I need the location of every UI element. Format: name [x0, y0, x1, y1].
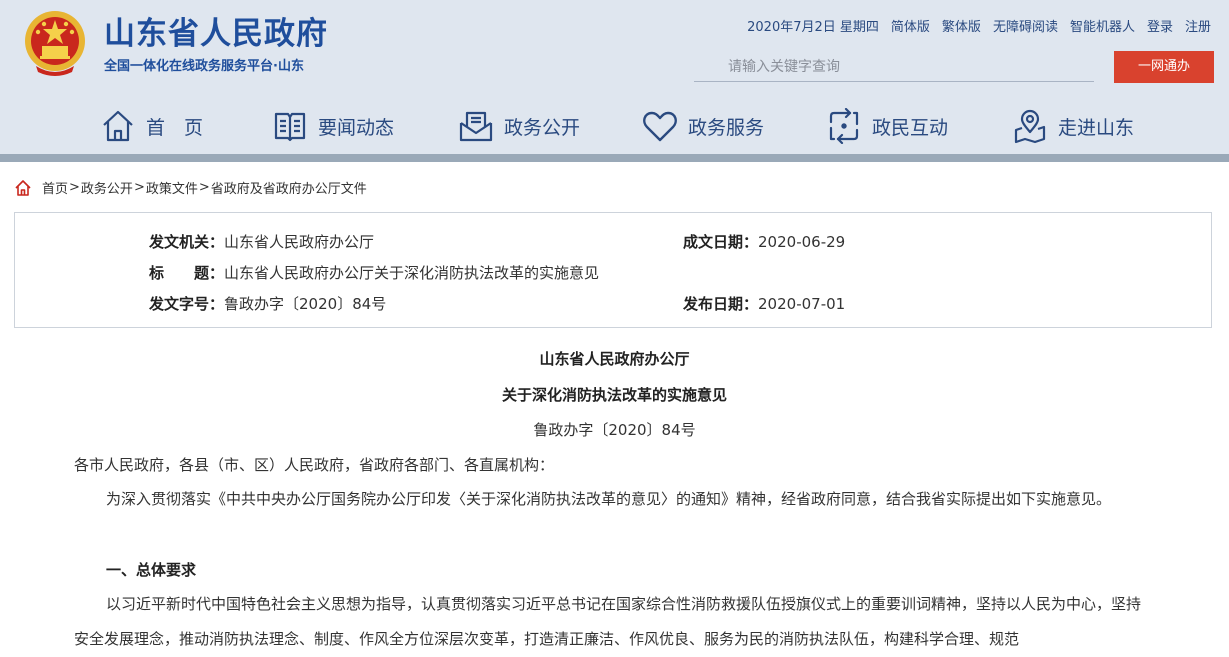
meta-publish-date: 发布日期：2020-07-01 — [683, 293, 845, 315]
nav-item-interaction[interactable]: 政民互动 — [826, 108, 948, 144]
login-link[interactable]: 登录 — [1147, 18, 1173, 38]
breadcrumb-separator: > — [133, 180, 145, 195]
meta-title-value: 山东省人民政府办公厅关于深化消防执法改革的实施意见 — [224, 264, 600, 282]
meta-date-written-label: 成文日期： — [683, 233, 759, 251]
meta-issuer-label: 发文机关： — [149, 233, 225, 251]
meta-doc-number-label: 发文字号： — [149, 295, 225, 313]
breadcrumb: 首页 > 政务公开 > 政策文件 > 省政府及省政府办公厅文件 — [14, 178, 367, 197]
nav-item-gov-open[interactable]: 政务公开 — [458, 108, 580, 144]
heart-icon — [643, 111, 677, 142]
header-divider — [0, 154, 1229, 162]
section-heading: 一、总体要求 — [106, 561, 197, 579]
traditional-chinese-link[interactable]: 繁体版 — [942, 18, 981, 38]
document-salutation: 各市人民政府，各县（市、区）人民政府，省政府各部门、各直属机构： — [74, 456, 555, 474]
meta-issuer: 发文机关：山东省人民政府办公厅 — [149, 231, 374, 253]
one-network-service-button[interactable]: 一网通办 — [1114, 51, 1214, 83]
meta-doc-number: 发文字号：鲁政办字〔2020〕84号 — [149, 293, 386, 315]
meta-date-written-value: 2020-06-29 — [758, 233, 846, 251]
nav-label-news: 要闻动态 — [318, 116, 395, 139]
nav-item-gov-service[interactable]: 政务服务 — [642, 108, 764, 144]
top-links: 2020年7月2日 星期四 简体版 繁体版 无障碍阅读 智能机器人 登录 注册 — [747, 18, 1211, 38]
register-link[interactable]: 注册 — [1185, 18, 1211, 38]
exchange-arrows-icon — [829, 108, 859, 144]
envelope-document-icon — [459, 111, 493, 142]
nav-item-news[interactable]: 要闻动态 — [272, 108, 394, 144]
document-number: 鲁政办字〔2020〕84号 — [533, 421, 696, 439]
map-location-icon — [1014, 109, 1046, 144]
document-paragraph: 为深入贯彻落实《中共中央办公厅国务院办公厅印发〈关于深化消防执法改革的意见〉的通… — [106, 490, 1112, 508]
meta-doc-number-value: 鲁政办字〔2020〕84号 — [224, 295, 387, 313]
meta-date-written: 成文日期：2020-06-29 — [683, 231, 845, 253]
breadcrumb-item-provincial-docs[interactable]: 省政府及省政府办公厅文件 — [211, 178, 367, 197]
current-date: 2020年7月2日 星期四 — [747, 20, 879, 35]
nav-label-interaction: 政民互动 — [872, 116, 949, 139]
site-header: 山东省人民政府 全国一体化在线政务服务平台·山东 2020年7月2日 星期四 简… — [0, 0, 1229, 154]
breadcrumb-separator: > — [69, 180, 80, 195]
breadcrumb-item-home[interactable]: 首页 — [42, 178, 68, 197]
nav-label-gov-service: 政务服务 — [688, 116, 765, 139]
breadcrumb-item-gov-open[interactable]: 政务公开 — [81, 178, 133, 197]
nav-label-about: 走进山东 — [1058, 116, 1135, 139]
site-title[interactable]: 山东省人民政府 — [104, 12, 328, 56]
meta-publish-date-label: 发布日期： — [683, 295, 759, 313]
meta-publish-date-value: 2020-07-01 — [758, 295, 846, 313]
document-meta-box: 发文机关：山东省人民政府办公厅 成文日期：2020-06-29 标 题：山东省人… — [14, 212, 1212, 328]
document-title-line2: 关于深化消防执法改革的实施意见 — [501, 386, 727, 404]
site-subtitle: 全国一体化在线政务服务平台·山东 — [104, 59, 304, 74]
nav-item-about[interactable]: 走进山东 — [1012, 108, 1134, 144]
breadcrumb-home-icon — [15, 179, 31, 196]
meta-issuer-value: 山东省人民政府办公厅 — [224, 233, 375, 251]
open-book-icon — [274, 112, 306, 142]
home-icon — [103, 110, 133, 142]
main-nav: 首 页 要闻动态 政务公开 政务服务 政民互动 走进山东 — [0, 100, 1229, 154]
simplified-chinese-link[interactable]: 简体版 — [891, 18, 930, 38]
document-title-line1: 山东省人民政府办公厅 — [539, 350, 690, 368]
smart-robot-link[interactable]: 智能机器人 — [1070, 18, 1135, 38]
accessible-reading-link[interactable]: 无障碍阅读 — [993, 18, 1058, 38]
nav-item-home[interactable]: 首 页 — [100, 108, 203, 144]
breadcrumb-item-policy-docs[interactable]: 政策文件 — [146, 178, 198, 197]
national-emblem-icon — [25, 11, 85, 76]
meta-title-label: 标 题： — [149, 264, 225, 282]
meta-title: 标 题：山东省人民政府办公厅关于深化消防执法改革的实施意见 — [149, 262, 599, 284]
search-input[interactable] — [694, 52, 1094, 82]
document-paragraph: 以习近平新时代中国特色社会主义思想为指导，认真贯彻落实习近平总书记在国家综合性消… — [74, 595, 1142, 648]
nav-label-home: 首 页 — [146, 116, 204, 139]
breadcrumb-separator: > — [198, 180, 210, 195]
nav-label-gov-open: 政务公开 — [504, 116, 581, 139]
